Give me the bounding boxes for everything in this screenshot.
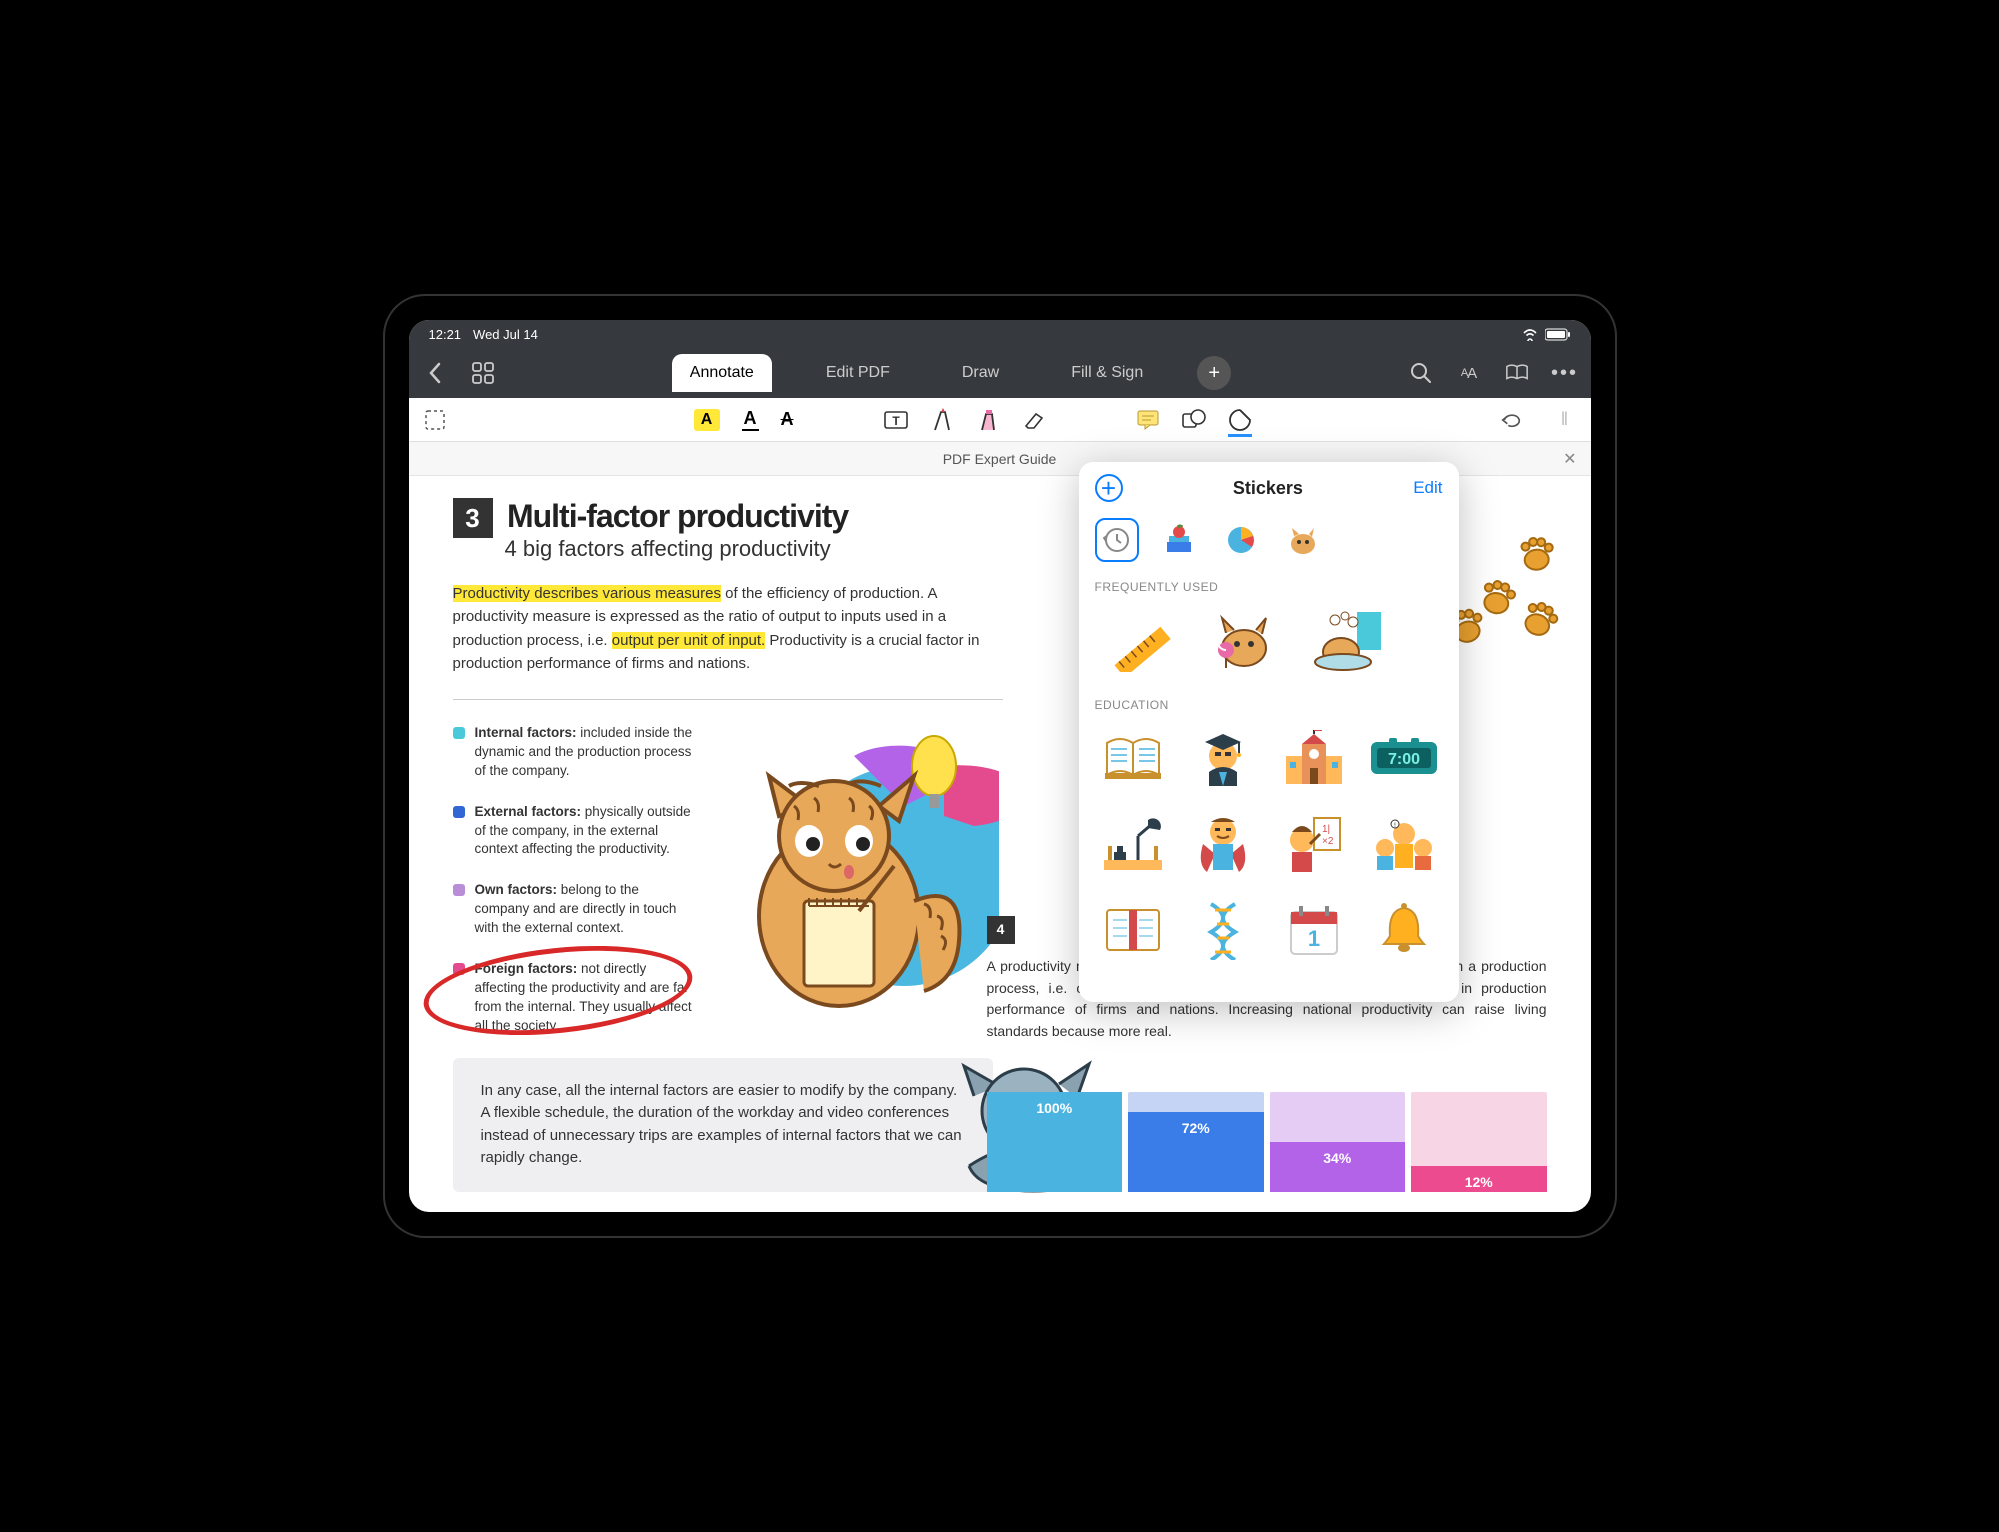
sticker-cat-bath[interactable] xyxy=(1303,604,1393,676)
section-paragraph: Productivity describes various measures … xyxy=(453,582,1013,675)
education-label: EDUCATION xyxy=(1079,692,1459,722)
sticker-bell[interactable] xyxy=(1366,894,1443,966)
sticker-teacher[interactable]: 1|×2 xyxy=(1276,808,1353,880)
bar-4: 12% xyxy=(1411,1166,1547,1192)
tab-fill-sign[interactable]: Fill & Sign xyxy=(1053,354,1161,392)
svg-text:×2: ×2 xyxy=(1322,836,1334,847)
reader-button[interactable] xyxy=(1505,361,1529,385)
document-title: PDF Expert Guide xyxy=(943,451,1057,467)
factor-item-foreign: Foreign factors: not directly affecting … xyxy=(453,960,693,1036)
select-tool[interactable] xyxy=(423,408,447,432)
pen-tool[interactable] xyxy=(930,408,954,432)
bar-chart: 100% 72% 34% 12% xyxy=(987,1092,1547,1192)
marker-tool[interactable] xyxy=(976,408,1000,432)
factor-item-internal: Internal factors: included inside the dy… xyxy=(453,724,693,781)
factor-item-own: Own factors: belong to the company and a… xyxy=(453,881,693,938)
stickers-popover: + Stickers Edit FREQUENTLY USED EDUCATIO… xyxy=(1079,462,1459,1002)
svg-text:T: T xyxy=(892,414,900,428)
note-tool[interactable] xyxy=(1136,408,1160,432)
textbox-tool[interactable]: T xyxy=(884,408,908,432)
status-time: 12:21 xyxy=(429,327,462,342)
strikethrough-tool[interactable]: A xyxy=(781,409,794,430)
top-toolbar: Annotate Edit PDF Draw Fill & Sign + AA … xyxy=(409,348,1591,398)
highlight-tool[interactable]: A xyxy=(694,409,720,431)
thumbnails-button[interactable] xyxy=(471,361,495,385)
bar-2: 72% xyxy=(1128,1112,1264,1192)
add-tab-button[interactable]: + xyxy=(1197,356,1231,390)
add-sticker-pack-button[interactable]: + xyxy=(1095,474,1123,502)
shapes-tool[interactable] xyxy=(1182,408,1206,432)
tab-draw[interactable]: Draw xyxy=(944,354,1017,392)
svg-text:1: 1 xyxy=(1308,926,1320,951)
sticker-categories xyxy=(1079,514,1459,574)
close-document-button[interactable]: ✕ xyxy=(1563,449,1576,469)
sticker-class[interactable]: ! xyxy=(1366,808,1443,880)
bar-3: 34% xyxy=(1270,1142,1406,1192)
stickers-title: Stickers xyxy=(1233,478,1303,499)
sticker-dna[interactable] xyxy=(1185,894,1262,966)
note-box: In any case, all the internal factors ar… xyxy=(453,1058,993,1192)
sticker-school[interactable] xyxy=(1276,722,1353,794)
divider xyxy=(453,699,1003,700)
category-education[interactable] xyxy=(1157,518,1201,562)
svg-text:1|: 1| xyxy=(1322,824,1330,835)
tab-edit-pdf[interactable]: Edit PDF xyxy=(808,354,908,392)
sticker-open-book[interactable] xyxy=(1095,722,1172,794)
sticker-digital-clock[interactable]: 7:00 xyxy=(1366,722,1443,794)
bar-1: 100% xyxy=(987,1092,1123,1192)
search-button[interactable] xyxy=(1409,361,1433,385)
sticker-desk-lamp[interactable] xyxy=(1095,808,1172,880)
sticker-ruler[interactable] xyxy=(1095,604,1185,676)
status-date: Wed Jul 14 xyxy=(473,327,538,342)
back-button[interactable] xyxy=(423,361,447,385)
edit-stickers-button[interactable]: Edit xyxy=(1413,478,1442,498)
annotate-toolbar: A A A T ‖ xyxy=(409,398,1591,442)
stickers-tool[interactable] xyxy=(1228,413,1252,437)
bullet-icon xyxy=(453,884,465,896)
sticker-notebook[interactable] xyxy=(1095,894,1172,966)
category-charts[interactable] xyxy=(1219,518,1263,562)
sticker-cat-lollipop[interactable] xyxy=(1199,604,1289,676)
paw-stickers[interactable] xyxy=(1441,536,1571,666)
bullet-icon xyxy=(453,963,465,975)
status-bar: 12:21 Wed Jul 14 xyxy=(409,320,1591,348)
section-title: Multi-factor productivity xyxy=(507,498,848,535)
sticker-calendar[interactable]: 1 xyxy=(1276,894,1353,966)
highlight-2: output per unit of input. xyxy=(612,632,765,649)
wifi-icon xyxy=(1521,327,1539,341)
battery-icon xyxy=(1545,328,1571,341)
underline-tool[interactable]: A xyxy=(742,408,759,431)
section-number: 3 xyxy=(453,498,493,538)
category-cats[interactable] xyxy=(1281,518,1325,562)
cat-writing-sticker[interactable] xyxy=(719,726,999,1026)
sticker-student-cape[interactable] xyxy=(1185,808,1262,880)
highlight-1: Productivity describes various measures xyxy=(453,585,721,602)
svg-text:7:00: 7:00 xyxy=(1388,751,1420,768)
bullet-icon xyxy=(453,727,465,739)
bullet-icon xyxy=(453,806,465,818)
factor-list: Internal factors: included inside the dy… xyxy=(453,724,693,1036)
frequently-used-label: FREQUENTLY USED xyxy=(1079,574,1459,604)
category-recent[interactable] xyxy=(1095,518,1139,562)
eraser-tool[interactable] xyxy=(1022,408,1046,432)
sticker-graduate[interactable] xyxy=(1185,722,1262,794)
more-button[interactable]: ••• xyxy=(1553,361,1577,385)
text-size-button[interactable]: AA xyxy=(1457,361,1481,385)
tab-annotate[interactable]: Annotate xyxy=(672,354,772,392)
factor-item-external: External factors: physically outside of … xyxy=(453,803,693,860)
section4-number: 4 xyxy=(987,916,1015,944)
redo-button[interactable]: ‖ xyxy=(1553,408,1577,432)
undo-button[interactable] xyxy=(1499,408,1523,432)
